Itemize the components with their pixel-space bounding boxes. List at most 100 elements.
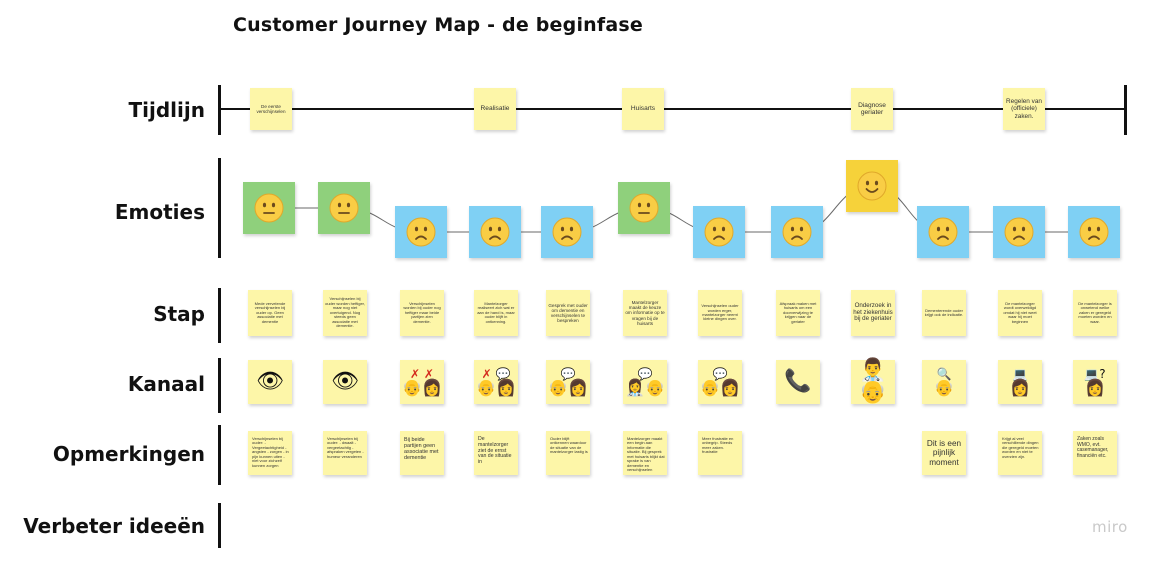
channel-note[interactable]: 💬 👴👩 xyxy=(546,360,590,404)
channel-icon: 👁 xyxy=(248,371,292,393)
sticky-text: De eerste verschijnselen xyxy=(256,103,286,114)
sticky-text: Gesprek met ouder om dementie en verschi… xyxy=(548,302,588,324)
channel-note[interactable]: 👁 xyxy=(248,360,292,404)
step-note[interactable]: Verschijnselen bij ouder worden heftiger… xyxy=(323,290,367,336)
emotion-note-neutral[interactable] xyxy=(618,182,670,234)
emotion-note-sad[interactable] xyxy=(395,206,447,258)
channel-icon: ✗ ✗ 👴👩 xyxy=(400,368,444,396)
step-note[interactable]: Mantelzorger realiseert zich wat er aan … xyxy=(474,290,518,336)
channel-icon: 💻? 👩 xyxy=(1073,368,1117,396)
sticky-text: Afspraak maken met huisarts om een doorv… xyxy=(779,300,817,324)
channel-icon: 💻 👩 xyxy=(998,368,1042,396)
remark-note[interactable]: Meer frustratie en onbegrip. Steeds meer… xyxy=(698,431,742,475)
channel-glyph: 👁 xyxy=(256,369,284,394)
neutral-face-icon xyxy=(629,193,659,223)
channel-glyph: 👴 xyxy=(934,378,954,397)
step-note[interactable]: Gesprek met ouder om dementie en verschi… xyxy=(546,290,590,336)
step-note[interactable]: De mantelzorger wordt overweldigd omdat … xyxy=(998,290,1042,336)
sticky-text: Realisatie xyxy=(480,105,510,113)
sticky-text: De mantelzorger wordt overweldigd omdat … xyxy=(1003,300,1037,324)
emotion-note-neutral[interactable] xyxy=(243,182,295,234)
emotion-note-sad[interactable] xyxy=(693,206,745,258)
sticky-text: Dit is een pijnlijk moment xyxy=(926,439,962,467)
remark-note[interactable]: De mantelzorger ziet de ernst van de sit… xyxy=(474,431,518,475)
channel-note[interactable]: 👁 xyxy=(323,360,367,404)
sticky-text: Verschijnselen bij ouder worden heftiger… xyxy=(325,296,365,329)
sticky-text: Krijgt al veel verschillende dingen die … xyxy=(1002,436,1039,459)
channel-glyph: 📞 xyxy=(784,369,812,394)
channel-glyph: 👴👩 xyxy=(700,378,740,397)
step-note[interactable]: Mantelzorger maakt de keuze om informati… xyxy=(623,290,667,336)
channel-icon: 💬 👩‍⚕️👴 xyxy=(623,368,667,396)
neutral-face-icon xyxy=(329,193,359,223)
channel-note[interactable]: ✗ ✗ 👴👩 xyxy=(400,360,444,404)
channel-glyph: 👴👩 xyxy=(476,378,516,397)
emotion-note-happy[interactable] xyxy=(846,160,898,212)
timeline-note[interactable]: Realisatie xyxy=(474,88,516,130)
timeline-note[interactable]: De eerste verschijnselen xyxy=(250,88,292,130)
remark-note[interactable]: Verschijnselen bij ouder: - dwaalt - ver… xyxy=(323,431,367,475)
remark-note[interactable]: Dit is een pijnlijk moment xyxy=(922,431,966,475)
step-note[interactable]: Afspraak maken met huisarts om een doorv… xyxy=(776,290,820,336)
sad-face-icon xyxy=(1079,217,1109,247)
emotion-note-sad[interactable] xyxy=(917,206,969,258)
remark-note[interactable]: Verschijnselen bij ouder: - Vergeetachti… xyxy=(248,431,292,475)
step-note[interactable]: Verschijnselen ouder worden erger, mante… xyxy=(698,290,742,336)
remark-note[interactable]: Ouder blijft ontkennen waardoor de situa… xyxy=(546,431,590,475)
sticky-text: Diagnose geriater xyxy=(858,101,886,116)
channel-note[interactable]: 📞 xyxy=(776,360,820,404)
sticky-text: Mantelzorger maakt de keuze om informati… xyxy=(625,300,665,326)
channel-icon: 📞 xyxy=(776,371,820,393)
sticky-text: Huisarts xyxy=(630,105,656,113)
sticky-text: Bij beide partijen geen associatie met d… xyxy=(404,437,439,462)
channel-glyph: 👁 xyxy=(331,369,359,394)
emotion-curve-line xyxy=(268,185,1094,233)
channel-note[interactable]: 💻 👩 xyxy=(998,360,1042,404)
channel-note[interactable]: 💻? 👩 xyxy=(1073,360,1117,404)
sad-face-icon xyxy=(1004,217,1034,247)
channel-note[interactable]: ✗ 💬 👴👩 xyxy=(474,360,518,404)
sticky-text: Regelen van (officiele) zaken. xyxy=(1006,98,1042,120)
sticky-text: Mantelzorger maakt een begin aan informa… xyxy=(627,436,665,473)
channel-note[interactable]: 💬 👴👩 xyxy=(698,360,742,404)
emotion-note-sad[interactable] xyxy=(541,206,593,258)
step-note[interactable]: De mantelzorger is onwetend welke zaken … xyxy=(1073,290,1117,336)
emotion-note-neutral[interactable] xyxy=(318,182,370,234)
channel-note[interactable]: 💬 👩‍⚕️👴 xyxy=(623,360,667,404)
step-note[interactable]: Onderzoek in het ziekenhuis bij de geria… xyxy=(851,290,895,336)
emotion-note-sad[interactable] xyxy=(993,206,1045,258)
channel-note[interactable]: 🔍 👴 xyxy=(922,360,966,404)
sticky-text: Verschijnselen ouder worden erger, mante… xyxy=(701,303,739,322)
remark-note[interactable]: Zaken zoals WMO, evt. casemanager, finan… xyxy=(1073,431,1117,475)
channel-icon: 👁 xyxy=(323,371,367,393)
sticky-text: De mantelzorger ziet de ernst van de sit… xyxy=(478,436,512,466)
step-note[interactable]: Dementerende ouder krijgt ook de indicat… xyxy=(922,290,966,336)
channel-icon: 👨‍⚕️👴 xyxy=(851,360,895,404)
remark-note[interactable]: Bij beide partijen geen associatie met d… xyxy=(400,431,444,475)
sticky-text: Verschijnselen bij ouder: - Vergeetachti… xyxy=(252,436,289,468)
step-note[interactable]: Verschijnselen worden bij ouder nog heft… xyxy=(400,290,444,336)
emotion-curve xyxy=(268,185,1094,233)
timeline-note[interactable]: Diagnose geriater xyxy=(851,88,893,130)
channel-icon: 💬 👴👩 xyxy=(698,368,742,396)
sad-face-icon xyxy=(480,217,510,247)
sticky-text: Ouder blijft ontkennen waardoor de situa… xyxy=(550,436,588,455)
channel-glyph: 👩 xyxy=(1010,378,1030,397)
emotion-note-sad[interactable] xyxy=(469,206,521,258)
channel-glyph: 👴👩 xyxy=(548,378,588,397)
timeline-note[interactable]: Huisarts xyxy=(622,88,664,130)
timeline-note[interactable]: Regelen van (officiele) zaken. xyxy=(1003,88,1045,130)
step-note[interactable]: Mede vervelende verschijnselen bij ouder… xyxy=(248,290,292,336)
emotion-note-sad[interactable] xyxy=(771,206,823,258)
sticky-text: Mantelzorger realiseert zich wat er aan … xyxy=(477,300,515,324)
channel-glyph: 👩 xyxy=(1085,378,1105,397)
channel-note[interactable]: 👨‍⚕️👴 xyxy=(851,360,895,404)
sticky-text: De mantelzorger is onwetend welke zaken … xyxy=(1078,300,1112,324)
miro-watermark: miro xyxy=(1092,518,1128,536)
neutral-face-icon xyxy=(254,193,284,223)
emotion-note-sad[interactable] xyxy=(1068,206,1120,258)
channel-icon: 💬 👴👩 xyxy=(546,368,590,396)
sad-face-icon xyxy=(704,217,734,247)
remark-note[interactable]: Mantelzorger maakt een begin aan informa… xyxy=(623,431,667,475)
remark-note[interactable]: Krijgt al veel verschillende dingen die … xyxy=(998,431,1042,475)
